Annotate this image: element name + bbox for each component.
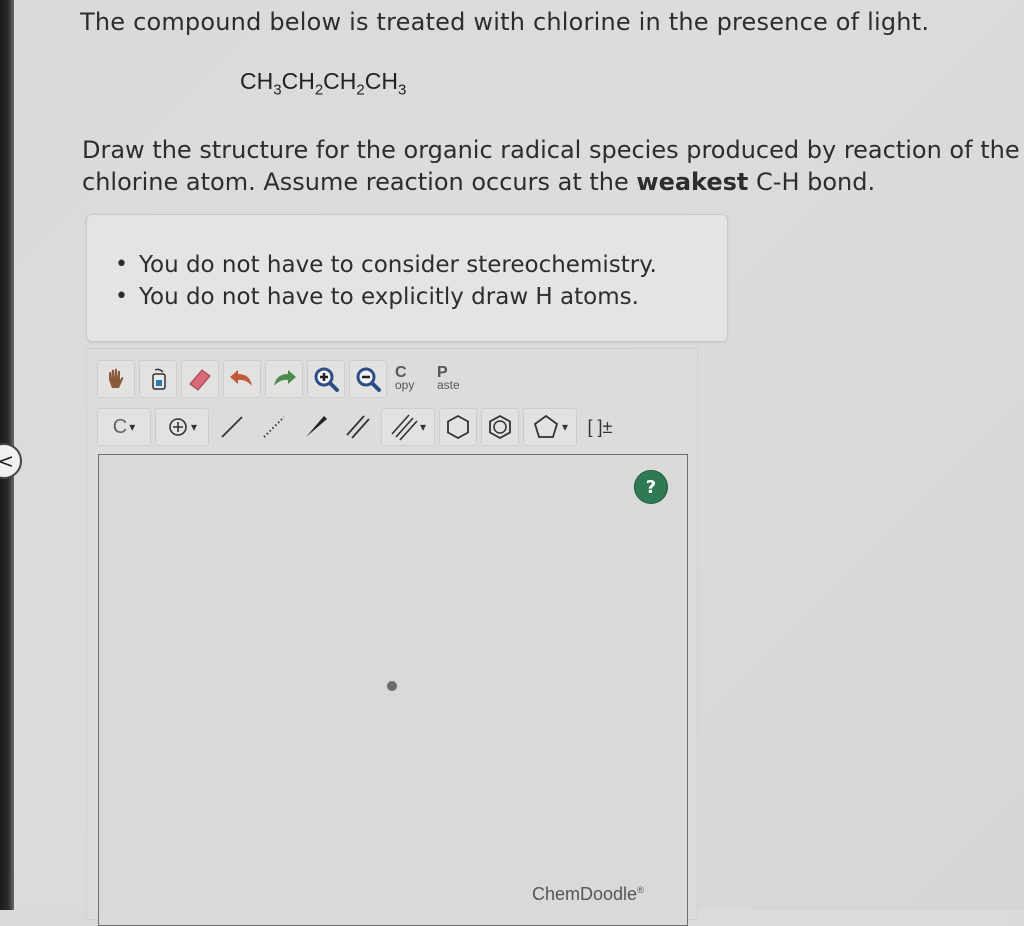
emphasis-weakest: weakest — [636, 168, 749, 196]
hint-box: You do not have to consider stereochemis… — [86, 214, 728, 342]
cyclohexane-button[interactable] — [439, 408, 477, 446]
copy-label: Copy — [395, 364, 415, 392]
bracket-charge-icon: [ ]± — [587, 416, 613, 437]
double-bond-icon — [346, 415, 370, 439]
dropdown-arrow-icon: ▾ — [129, 420, 136, 434]
eraser-tool-button[interactable] — [181, 360, 219, 398]
hint-item: You do not have to consider stereochemis… — [115, 249, 657, 281]
benzene-icon — [489, 414, 511, 440]
instruction-text: Draw the structure for the organic radic… — [82, 136, 1020, 164]
cyclohexane-icon — [447, 414, 469, 440]
lasso-tool-button[interactable] — [139, 360, 177, 398]
toolbar-row-2: C ▾ ▾ ▾ ▾ []± — [97, 405, 623, 449]
plus-circle-icon — [169, 418, 187, 436]
single-bond-button[interactable] — [213, 408, 251, 446]
charge-bracket-button[interactable]: [ ]± — [581, 408, 619, 446]
element-selector[interactable]: C ▾ — [97, 408, 151, 446]
chevron-left-icon: < — [0, 449, 14, 473]
double-bond-button[interactable] — [339, 408, 377, 446]
zoom-out-button[interactable] — [349, 360, 387, 398]
wedge-bond-icon — [306, 416, 327, 437]
hand-icon — [109, 368, 124, 388]
wedge-bond-button[interactable] — [297, 408, 335, 446]
redo-button[interactable] — [265, 360, 303, 398]
triple-bond-selector[interactable]: ▾ — [381, 408, 435, 446]
hand-tool-button[interactable] — [97, 360, 135, 398]
toolbar-row-1: Copy Paste — [97, 357, 475, 401]
undo-button[interactable] — [223, 360, 261, 398]
triple-bond-icon — [391, 414, 418, 441]
instruction-text-cont: chlorine atom. Assume reaction occurs at… — [82, 168, 876, 196]
copy-button[interactable]: Copy — [391, 360, 429, 398]
zoom-in-button[interactable] — [307, 360, 345, 398]
paste-label: Paste — [437, 364, 460, 392]
hashed-bond-icon — [263, 416, 285, 438]
dropdown-arrow-icon: ▾ — [561, 420, 569, 434]
help-button[interactable]: ? — [634, 470, 668, 504]
chemdoodle-brand: ChemDoodle® — [532, 884, 644, 904]
zoom-out-icon — [356, 367, 381, 392]
single-bond-icon — [221, 416, 243, 438]
paste-button[interactable]: Paste — [433, 360, 471, 398]
compound-formula: CH3CH2CH2CH3 — [240, 68, 407, 99]
hashed-bond-button[interactable] — [255, 408, 293, 446]
charge-selector[interactable]: ▾ — [155, 408, 209, 446]
question-text: The compound below is treated with chlor… — [80, 8, 930, 36]
eraser-icon — [189, 369, 211, 391]
benzene-button[interactable] — [481, 408, 519, 446]
lasso-icon — [152, 368, 166, 390]
cyclopentane-icon — [533, 414, 559, 438]
element-selected-label: C — [112, 415, 128, 438]
redo-icon — [274, 370, 296, 386]
dropdown-arrow-icon: ▾ — [419, 420, 427, 434]
dropdown-arrow-icon: ▾ — [190, 420, 198, 434]
undo-icon — [230, 370, 252, 386]
hint-item: You do not have to explicitly draw H ato… — [115, 281, 657, 313]
back-nav-button[interactable]: < — [0, 443, 22, 479]
cyclopentane-selector[interactable]: ▾ — [523, 408, 577, 446]
canvas-cursor-dot — [387, 681, 397, 691]
zoom-in-icon — [314, 367, 339, 392]
